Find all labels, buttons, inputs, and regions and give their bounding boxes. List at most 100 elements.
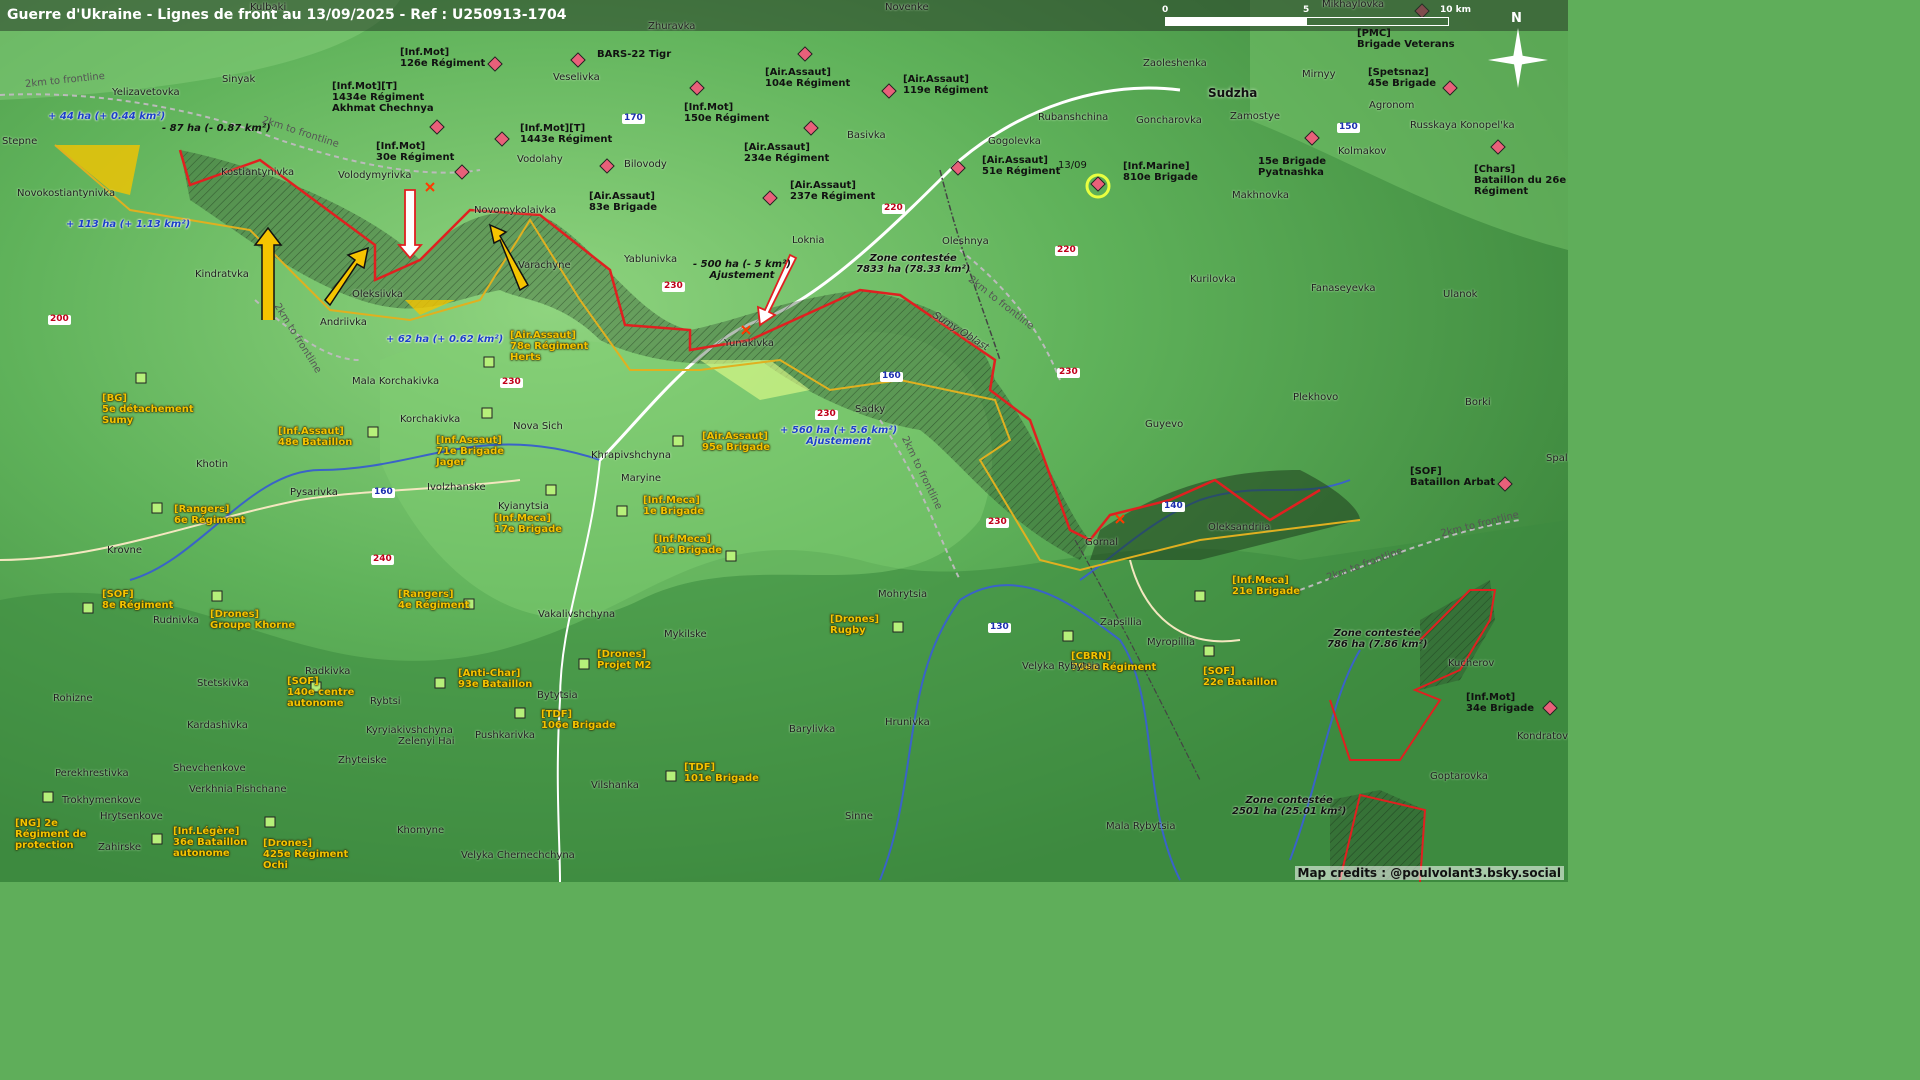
road-number-1: 220 [882,203,905,214]
place-label-77: Trokhymenkove [62,795,141,806]
place-label-sudzha: Sudzha [1208,86,1258,100]
place-label-36: Mala Korchakivka [352,376,440,387]
road-number-7: 200 [48,314,71,325]
place-label-50: Oleksandriia [1208,522,1271,533]
place-label-57: Zapsillia [1100,617,1142,628]
place-label-31: Andriivka [320,317,367,328]
ua-unit-icon-ua-21 [1194,590,1206,602]
place-label-58: Myropillia [1147,637,1196,648]
ua-unit-icon-ua-rang6 [151,502,163,514]
unit-label-ua-m2: [Drones] Projet M2 [597,649,652,671]
place-label-38: Nova Sich [513,421,563,432]
unit-label-ru-bars22: BARS-22 Tigr [597,49,672,60]
road-number-3: 230 [662,281,685,292]
unit-label-ru-sof-arbat: [SOF] Bataillon Arbat [1410,466,1496,488]
place-label-16: Gogolevka [988,136,1041,147]
road-number-10: 240 [371,554,394,565]
unit-label-ua-tdf101: [TDF] 101e Brigade [684,762,759,784]
place-label-85: Mala Rybytsia [1106,821,1176,832]
place-label-47: Ivolzhanske [427,482,486,493]
unit-label-ru-chars26: [Chars] Bataillon du 26e Régiment [1474,164,1567,197]
road-number-2: 220 [1055,245,1078,256]
place-label-61: Stetskivka [197,678,249,689]
place-label-15: Basivka [847,130,886,141]
place-label-78: Verkhnia Pishchane [189,784,287,795]
place-label-72: Barylivka [789,724,836,735]
unit-label-ru-234: [Air.Assaut] 234e Régiment [744,142,830,164]
annotation-a5: - 500 ha (- 5 km²) Ajustement [693,259,791,281]
place-label-45: Maryine [621,473,662,484]
unit-label-ru-83: [Air.Assaut] 83e Brigade [589,191,658,213]
ua-unit-icon-ua-41 [725,550,737,562]
place-label-18: Goncharovka [1136,115,1202,126]
place-label-49: Krovne [107,545,142,556]
place-label-55: Mykilske [664,629,707,640]
ua-unit-icon-ua-78 [483,356,495,368]
road-number-9: 160 [372,487,395,498]
place-label-10: Novokostiantynivka [17,188,116,199]
place-label-14: Bilovody [624,159,667,170]
annotation-a1: + 44 ha (+ 0.44 km²) [48,111,166,122]
place-label-30: Oleksiivka [352,289,404,300]
road-number-4: 230 [500,377,523,388]
unit-label-ua-95: [Air.Assaut] 95e Brigade [702,431,771,453]
place-label-32: Yunakivka [724,338,774,349]
place-label-51: Gornal [1085,537,1119,548]
zone-label-3: Zone contestée 2501 ha (25.01 km²) [1232,795,1347,817]
ua-unit-icon-ua-rugby [892,621,904,633]
road-number-5: 230 [1057,367,1080,378]
unit-label-ua-41: [Inf.Meca] 41e Brigade [654,534,723,556]
place-label-76: Perekhrestivka [55,768,129,779]
place-label-24: Novomykolaivka [474,205,557,216]
unit-label-ua-ng2: [NG] 2e Régiment de protection [15,818,87,851]
place-label-66: Pushkarivka [475,730,536,741]
place-label-53: Rudnivka [153,615,199,626]
ua-unit-icon-ua-1 [616,505,628,517]
place-label-9: Stepne [2,136,38,147]
place-label-42: Guyevo [1145,419,1184,430]
road-number-12: 150 [1337,122,1360,133]
unit-label-ru-15: 15e Brigade Pyatnashka [1258,156,1327,178]
unit-label-ru-1443: [Inf.Mot][T] 1443e Régiment [520,123,613,145]
road-number-11: 130 [988,622,1011,633]
place-label-25: Loknia [792,235,825,246]
zone-label-1: Zone contestée 7833 ha (78.33 km²) [856,253,971,275]
place-label-29: Yablunivka [624,254,678,265]
place-label-3: Mikhaylovka [1322,0,1385,10]
place-label-63: Kardashivka [187,720,248,731]
ua-unit-icon-ua-ng2 [42,791,54,803]
place-label-44: Khrapivshchyna [591,450,671,461]
place-label-40: Plekhovo [1293,392,1339,403]
ua-unit-icon-ua-71 [481,407,493,419]
unit-label-ua-71: [Inf.Assaut] 71e Brigade Jager [436,435,505,468]
place-label-68: Zelenyi Hai [398,736,455,747]
place-label-34: Fanaseyevka [1311,283,1376,294]
place-label-75: Shevchenkove [173,763,246,774]
place-label-39: Sadky [855,404,886,415]
unit-label-ua-antichar: [Anti-Char] 93e Bataillon [458,668,533,690]
place-label-6: Veselivka [553,72,600,83]
place-label-81: Vilshanka [591,780,639,791]
ua-unit-icon-ua-khorne [211,590,223,602]
place-label-71: Hrunivka [885,717,930,728]
place-label-84: Velyka Chernechchyna [461,850,575,861]
place-label-59: Kucherov [1448,658,1495,669]
place-label-4: Sinyak [222,74,256,85]
ua-unit-icon-ua-sof8 [82,602,94,614]
unit-label-ua-sof8: [SOF] 8e Régiment [102,589,174,611]
unit-label-ru-34: [Inf.Mot] 34e Brigade [1466,692,1535,714]
road-number-13: 140 [1162,501,1185,512]
place-label-54: Vakalivshchyna [538,609,616,620]
place-label-41: Borki [1465,397,1491,408]
date-marker: 13/09 [1058,160,1087,171]
ua-unit-icon-ua-dr425 [264,816,276,828]
scale-bar [1165,17,1449,26]
place-label-62: Rohizne [53,693,93,704]
north-label: N [1511,11,1522,26]
place-label-48: Kyianytsia [498,501,549,512]
place-label-83: Khomyne [397,825,445,836]
place-label-22: Russkaya Konopel'ka [1410,120,1515,131]
place-label-7: Zaoleshenka [1143,58,1207,69]
unit-label-ru-51: [Air.Assaut] 51e Régiment [982,155,1061,177]
place-label-17: Rubanshchina [1038,112,1109,123]
